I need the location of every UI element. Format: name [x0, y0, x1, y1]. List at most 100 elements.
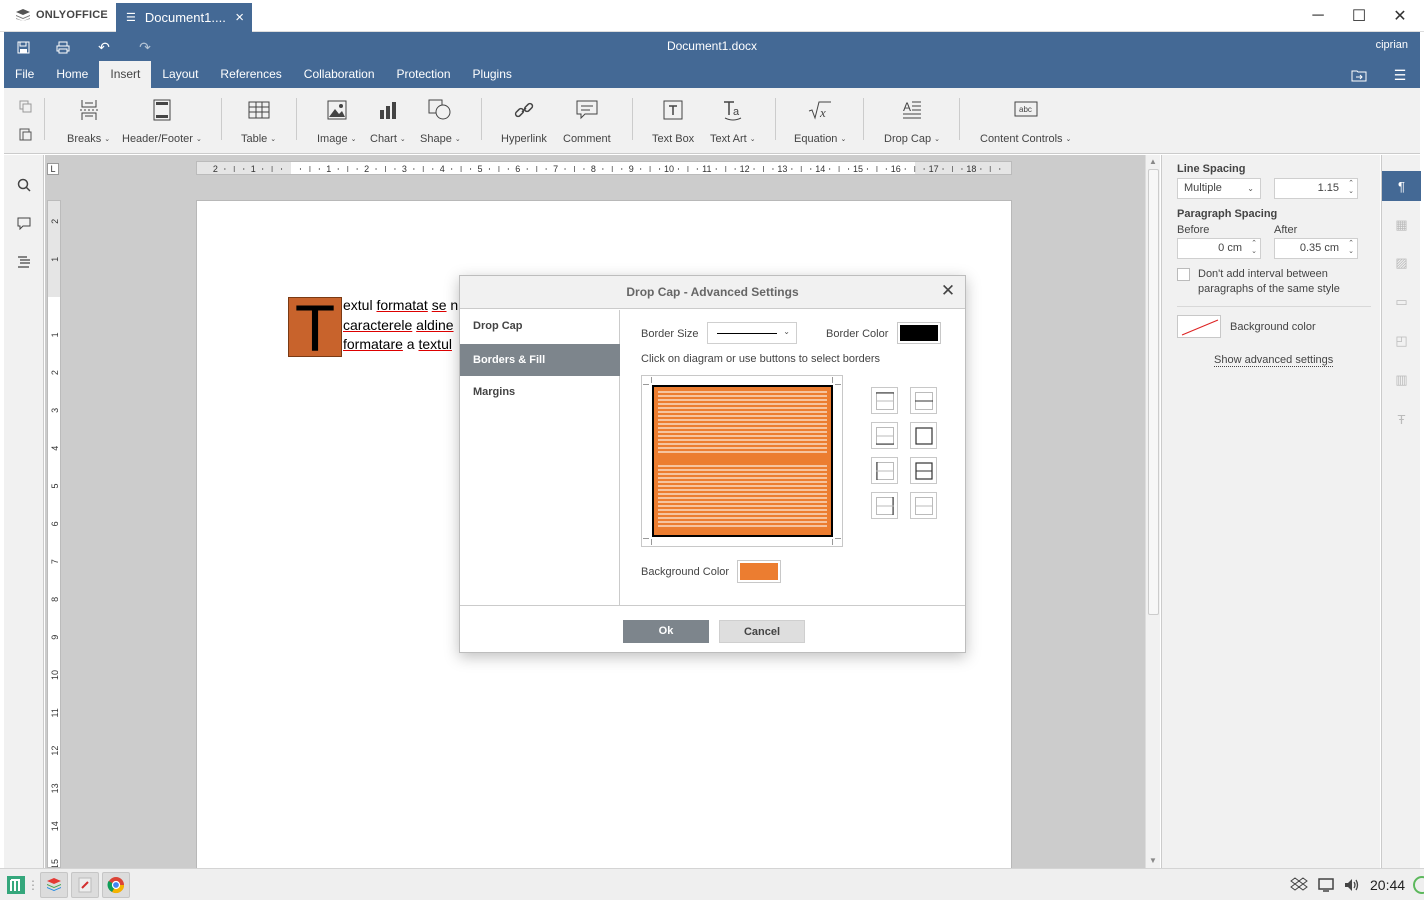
- border-diagram[interactable]: [641, 375, 843, 547]
- nav-drop-cap[interactable]: Drop Cap: [460, 310, 620, 342]
- border-top-button[interactable]: [871, 387, 898, 414]
- comments-icon[interactable]: [15, 214, 33, 232]
- table-settings-icon[interactable]: ▦: [1382, 210, 1421, 240]
- tab-references[interactable]: References: [209, 61, 292, 88]
- header-footer-button[interactable]: Header/Footer ⌄: [122, 98, 202, 148]
- shape-button[interactable]: Shape ⌄: [420, 98, 461, 148]
- ok-button[interactable]: Ok: [623, 620, 709, 643]
- drop-cap-button[interactable]: A Drop Cap ⌄: [884, 98, 940, 148]
- spacing-after-input[interactable]: 0.35 cm ⌃ ⌄: [1274, 238, 1358, 259]
- scrollbar-thumb[interactable]: [1148, 169, 1159, 615]
- svg-text:7: 7: [553, 164, 558, 174]
- border-right-button[interactable]: [871, 492, 898, 519]
- line-spacing-mode-select[interactable]: Multiple ⌄: [1177, 178, 1261, 199]
- pdf-task-icon[interactable]: [71, 872, 99, 898]
- tab-plugins[interactable]: Plugins: [462, 61, 523, 88]
- dropbox-icon[interactable]: [1290, 876, 1308, 894]
- search-icon[interactable]: [15, 176, 33, 194]
- user-name[interactable]: ciprian: [1376, 39, 1408, 51]
- shape-settings-icon[interactable]: ◰: [1382, 326, 1421, 356]
- breaks-button[interactable]: Breaks ⌄: [67, 98, 110, 148]
- drop-cap-frame[interactable]: T: [288, 295, 342, 361]
- no-interval-label: Don't add interval between paragraphs of…: [1198, 268, 1340, 295]
- border-bottom-button[interactable]: [871, 422, 898, 449]
- open-location-icon[interactable]: [1350, 66, 1368, 84]
- table-button[interactable]: Table ⌄: [241, 98, 276, 148]
- scroll-up-icon[interactable]: ▲: [1149, 157, 1157, 166]
- image-settings-icon[interactable]: ▨: [1382, 248, 1421, 278]
- document-title: Document1.docx: [666, 39, 758, 53]
- equation-button[interactable]: x Equation ⌄: [794, 98, 846, 148]
- vertical-scrollbar[interactable]: ▲ ▼: [1145, 155, 1160, 868]
- tab-stop-selector[interactable]: L: [47, 163, 59, 175]
- start-menu-icon[interactable]: [2, 872, 30, 898]
- tab-insert[interactable]: Insert: [99, 61, 152, 88]
- hyperlink-button[interactable]: Hyperlink: [501, 98, 547, 148]
- tab-close-icon[interactable]: ×: [235, 9, 244, 26]
- horizontal-ruler[interactable]: 2 1 1 2 3 4 5 6 7 8 9 10 11 12 13 14 15 16 17 18: [196, 161, 1012, 175]
- volume-icon[interactable]: [1343, 876, 1361, 894]
- spinner-icon[interactable]: ⌃ ⌄: [1348, 240, 1354, 256]
- tab-home[interactable]: Home: [45, 61, 99, 88]
- tab-protection[interactable]: Protection: [386, 61, 462, 88]
- spacing-before-input[interactable]: 0 cm ⌃ ⌄: [1177, 238, 1261, 259]
- document-tab[interactable]: ☰ Document1.... ×: [116, 3, 252, 32]
- text-box-button[interactable]: Text Box: [652, 98, 694, 148]
- nav-margins[interactable]: Margins: [460, 376, 620, 408]
- border-preview[interactable]: [652, 385, 833, 537]
- border-none-button[interactable]: [910, 492, 937, 519]
- svg-text:15: 15: [853, 164, 863, 174]
- border-inner-horizontal-button[interactable]: [910, 387, 937, 414]
- chart-button[interactable]: Chart ⌄: [370, 98, 406, 148]
- hyperlink-label: Hyperlink: [501, 133, 547, 145]
- paragraph-line-1[interactable]: extul formatat se n: [343, 297, 458, 313]
- drop-cap-advanced-settings-dialog: Drop Cap - Advanced Settings ✕ Drop Cap …: [459, 275, 966, 653]
- paragraph-line-2[interactable]: caracterele aldine: [343, 317, 454, 333]
- background-color-picker[interactable]: [737, 560, 781, 583]
- power-icon[interactable]: [1412, 876, 1424, 894]
- tab-layout[interactable]: Layout: [151, 61, 209, 88]
- tab-file[interactable]: File: [4, 61, 45, 88]
- clock[interactable]: 20:44: [1370, 877, 1405, 893]
- tab-collaboration[interactable]: Collaboration: [293, 61, 386, 88]
- show-advanced-settings-link[interactable]: Show advanced settings: [1214, 354, 1334, 367]
- chrome-task-icon[interactable]: [102, 872, 130, 898]
- background-color-picker[interactable]: [1177, 315, 1221, 338]
- nav-borders-fill[interactable]: Borders & Fill: [460, 344, 620, 376]
- border-all-button[interactable]: [910, 457, 937, 484]
- equation-icon: x: [808, 98, 832, 122]
- svg-text:2: 2: [50, 219, 60, 224]
- paste-icon[interactable]: [16, 126, 34, 142]
- display-icon[interactable]: [1317, 876, 1335, 894]
- header-footer-settings-icon[interactable]: ▭: [1382, 287, 1421, 317]
- onlyoffice-task-icon[interactable]: [40, 872, 68, 898]
- close-icon[interactable]: ✕: [939, 282, 957, 300]
- content-controls-button[interactable]: abc Content Controls ⌄: [980, 98, 1071, 148]
- border-color-picker[interactable]: [897, 322, 941, 344]
- minimize-button[interactable]: ─: [1308, 6, 1328, 26]
- hamburger-menu-icon[interactable]: ☰: [1391, 66, 1409, 84]
- border-outer-button[interactable]: [910, 422, 937, 449]
- paragraph-line-3[interactable]: formatare a textul: [343, 336, 452, 352]
- svg-text:15: 15: [50, 859, 60, 868]
- copy-icon[interactable]: [16, 98, 34, 114]
- comment-button[interactable]: Comment: [563, 98, 611, 148]
- close-window-button[interactable]: ✕: [1390, 6, 1410, 26]
- text-art-button[interactable]: a Text Art ⌄: [710, 98, 756, 148]
- image-button[interactable]: Image ⌄: [317, 98, 356, 148]
- border-size-select[interactable]: ⌄: [707, 322, 797, 344]
- paragraph-settings-icon[interactable]: ¶: [1382, 171, 1421, 201]
- navigation-icon[interactable]: [15, 253, 33, 271]
- cancel-button[interactable]: Cancel: [719, 620, 805, 643]
- no-interval-checkbox[interactable]: [1177, 268, 1190, 281]
- border-left-button[interactable]: [871, 457, 898, 484]
- vertical-ruler[interactable]: 21123456789101112131415: [47, 200, 61, 868]
- chart-settings-icon[interactable]: ▥: [1382, 365, 1421, 395]
- spinner-icon[interactable]: ⌃ ⌄: [1348, 180, 1354, 196]
- spinner-icon[interactable]: ⌃ ⌄: [1251, 240, 1257, 256]
- svg-text:6: 6: [515, 164, 520, 174]
- line-spacing-value-input[interactable]: 1.15 ⌃ ⌄: [1274, 178, 1358, 199]
- scroll-down-icon[interactable]: ▼: [1149, 856, 1157, 865]
- text-art-settings-icon[interactable]: Ŧ: [1382, 404, 1421, 434]
- maximize-button[interactable]: ☐: [1349, 6, 1369, 26]
